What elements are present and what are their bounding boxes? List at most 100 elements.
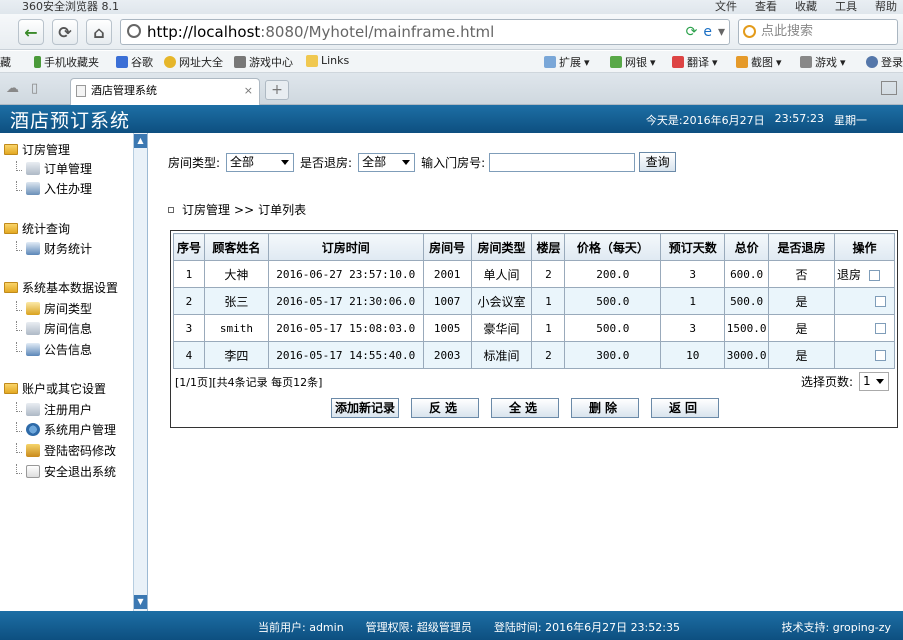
bookmark-cut-icon: 藏 xyxy=(0,56,11,69)
tab-close-icon[interactable]: × xyxy=(244,79,253,103)
back-arrow-icon: ← xyxy=(24,22,38,42)
sidebar-item-logout[interactable]: 安全退出系统 xyxy=(16,463,116,480)
translate-icon xyxy=(672,56,684,68)
browser-tabbar: ☁ ▯ 酒店管理系统 × + xyxy=(0,73,903,105)
bookmark-links[interactable]: Links xyxy=(306,54,349,67)
bookmark-label: Links xyxy=(321,54,350,67)
speed-mode-icon[interactable]: ⟳ xyxy=(686,20,698,44)
invert-selection-button[interactable]: 反选 xyxy=(411,398,479,418)
tree-line xyxy=(16,300,22,311)
table-row: 4 李四 2016-05-17 14:55:40.0 2003 标准间 2 30… xyxy=(173,341,895,369)
table-header-row: 序号 顾客姓名 订房时间 房间号 房间类型 楼层 价格（每天） 预订天数 总价 … xyxy=(173,233,895,261)
site-info-icon[interactable] xyxy=(127,24,141,38)
home-icon: ⌂ xyxy=(93,22,105,42)
sidebar-item-room-types[interactable]: 房间类型 xyxy=(16,300,92,317)
row-checkbox[interactable] xyxy=(869,269,881,281)
folder-icon xyxy=(4,144,18,155)
browser-navbar: ← ⟳ ⌂ http://localhost:8080/Myhotel/main… xyxy=(0,14,903,50)
menu-tools[interactable]: 工具 xyxy=(835,0,857,14)
refresh-button[interactable]: ⟳ xyxy=(52,19,78,45)
bookmark-google[interactable]: 谷歌 xyxy=(116,54,153,70)
checkout-label: 是否退房: xyxy=(300,155,353,170)
ie-mode-icon[interactable]: e xyxy=(703,20,712,44)
sidebar-group-booking[interactable]: 订房管理 xyxy=(4,141,70,158)
menu-favorites[interactable]: 收藏 xyxy=(795,0,817,14)
toolbar-screenshot[interactable]: 截图 ▾ xyxy=(736,54,782,70)
toolbar-games[interactable]: 游戏 ▾ xyxy=(800,54,846,70)
sidebar-item-register[interactable]: 注册用户 xyxy=(16,401,92,418)
toolbar-extensions[interactable]: 扩展 ▾ xyxy=(544,54,590,70)
toolbar-ebank[interactable]: 网银 ▾ xyxy=(610,54,656,70)
phone-icon xyxy=(34,56,41,68)
cell-no: 2 xyxy=(173,287,205,315)
menu-view[interactable]: 查看 xyxy=(755,0,777,14)
cell-name: 张三 xyxy=(203,287,269,315)
bookmark-hao[interactable]: 网址大全 xyxy=(164,54,223,70)
search-input[interactable]: 点此搜索 xyxy=(738,19,898,45)
menu-help[interactable]: 帮助 xyxy=(875,0,897,14)
cloud-icon[interactable]: ☁ xyxy=(6,81,19,96)
search-engine-icon[interactable] xyxy=(743,25,756,38)
sidebar-item-finance[interactable]: 财务统计 xyxy=(16,240,92,257)
query-button[interactable]: 查询 xyxy=(639,152,677,172)
checkout-link[interactable]: 退房 xyxy=(837,268,861,282)
sidebar-item-change-password[interactable]: 登陆密码修改 xyxy=(16,442,116,459)
today-date: 今天是:2016年6月27日 xyxy=(645,114,765,127)
sidebar-group-basedata[interactable]: 系统基本数据设置 xyxy=(4,279,118,296)
sidebar-scrollbar[interactable]: ▲ ▼ xyxy=(133,133,147,611)
page-select-value: 1 xyxy=(863,374,871,388)
row-checkbox[interactable] xyxy=(875,350,886,361)
checkout-select[interactable]: 全部 xyxy=(358,152,416,172)
cell-days: 3 xyxy=(660,314,726,342)
back-button[interactable]: ← xyxy=(18,19,44,45)
bookmark-games[interactable]: 游戏中心 xyxy=(234,54,293,70)
back-button-page[interactable]: 返回 xyxy=(651,398,719,418)
breadcrumb-current: 订单列表 xyxy=(258,203,307,217)
folder-icon xyxy=(306,54,318,67)
col-checkout: 是否退房 xyxy=(768,233,835,261)
sidebar-group-stats[interactable]: 统计查询 xyxy=(4,220,70,237)
row-checkbox[interactable] xyxy=(875,296,886,307)
page-list-icon[interactable]: ▯ xyxy=(31,81,38,96)
sidebar-item-room-info[interactable]: 房间信息 xyxy=(16,320,92,337)
home-button[interactable]: ⌂ xyxy=(86,19,112,45)
row-checkbox[interactable] xyxy=(875,323,886,334)
gamepad-icon xyxy=(800,56,812,68)
new-tab-button[interactable]: + xyxy=(265,80,289,100)
page-select[interactable]: 1 xyxy=(859,372,889,391)
sidebar-item-label: 系统用户管理 xyxy=(44,423,117,437)
scissors-icon xyxy=(736,56,748,68)
scroll-up-icon[interactable]: ▲ xyxy=(134,134,147,148)
room-type-select[interactable]: 全部 xyxy=(226,152,295,172)
sidebar-item-system-users[interactable]: 系统用户管理 xyxy=(16,421,116,438)
menu-file[interactable]: 文件 xyxy=(715,0,737,14)
restore-window-icon[interactable] xyxy=(881,81,897,95)
bookmark-label: 游戏中心 xyxy=(249,56,293,69)
toolbar-translate[interactable]: 翻译 ▾ xyxy=(672,54,718,70)
sidebar-item-orders[interactable]: 订单管理 xyxy=(16,160,92,177)
toolbar-login[interactable]: 登录 xyxy=(866,54,903,70)
notice-icon xyxy=(26,343,40,356)
col-total: 总价 xyxy=(724,233,770,261)
sidebar-item-notices[interactable]: 公告信息 xyxy=(16,341,92,358)
user-icon xyxy=(866,56,878,68)
add-record-button[interactable]: 添加新记录 xyxy=(331,398,399,418)
address-bar[interactable]: http://localhost:8080/Myhotel/mainframe.… xyxy=(120,19,730,45)
breadcrumb-root[interactable]: 订房管理 xyxy=(182,201,230,218)
footer-info: 当前用户: admin 管理权限: 超级管理员 登陆时间: 2016年6月27日… xyxy=(258,619,680,635)
sidebar-group-account[interactable]: 账户或其它设置 xyxy=(4,380,106,397)
delete-button[interactable]: 删除 xyxy=(571,398,639,418)
address-dropdown-icon[interactable]: ▾ xyxy=(718,20,725,44)
bookmark-label: 登录 xyxy=(881,56,903,69)
document-icon xyxy=(26,403,40,416)
select-all-button[interactable]: 全选 xyxy=(491,398,559,418)
tab-hotel-system[interactable]: 酒店管理系统 × xyxy=(70,78,260,105)
page-selector: 选择页数: 1 xyxy=(801,372,889,391)
sidebar-item-checkin[interactable]: 入住办理 xyxy=(16,180,92,197)
weekday: 星期一 xyxy=(834,114,867,127)
cell-name: 大神 xyxy=(203,260,269,288)
scroll-down-icon[interactable]: ▼ xyxy=(134,595,147,609)
room-no-input[interactable] xyxy=(489,152,636,172)
bookmark-mobile[interactable]: 手机收藏夹 xyxy=(34,54,99,70)
checkin-icon xyxy=(26,182,40,195)
